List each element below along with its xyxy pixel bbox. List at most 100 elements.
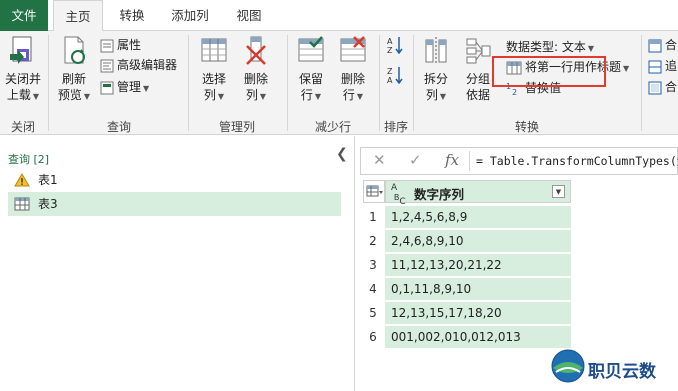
divider (48, 35, 49, 131)
properties-icon (100, 39, 114, 52)
tab-add-column[interactable]: 添加列 (170, 0, 210, 31)
divider (641, 35, 642, 131)
remove-rows-button[interactable]: 删除 行 ▼ (334, 34, 372, 105)
split-label-1: 拆分 (423, 72, 448, 86)
close-and-load-icon (10, 36, 32, 64)
row-number: 1 (363, 206, 383, 229)
column-header-number-sequence[interactable]: A BC 数字序列 ▼ (385, 180, 571, 207)
split-column-icon (425, 37, 447, 65)
refresh-label-2: 预览 ▼ (57, 88, 91, 102)
brand-logo-icon (551, 349, 585, 383)
collapse-pane-icon[interactable]: ❮ (336, 146, 348, 162)
merge-queries-button[interactable]: 合 (648, 36, 677, 54)
tab-transform[interactable]: 转换 (117, 0, 147, 31)
table-cell[interactable]: 12,13,15,17,18,20 (385, 302, 571, 325)
table-cell[interactable]: 001,002,010,012,013 (385, 326, 571, 349)
merge-icon (648, 39, 662, 52)
svg-text:A: A (387, 76, 393, 85)
group-label-reduce-rows: 减少行 (314, 120, 351, 134)
brand-name: 职贝云数 (588, 362, 656, 382)
group-label-transform: 转换 (514, 120, 539, 134)
divider (287, 35, 288, 131)
table-menu-button[interactable] (363, 180, 385, 203)
refresh-preview-button[interactable]: 刷新 预览 ▼ (54, 34, 94, 105)
sort-descending-icon: ZA (387, 67, 403, 85)
refresh-icon (64, 36, 85, 64)
remove-columns-label-1: 删除 (243, 72, 268, 86)
divider (469, 151, 470, 171)
warning-icon (14, 173, 30, 187)
row-number: 5 (363, 302, 383, 325)
row-number: 6 (363, 326, 383, 349)
group-label-sort: 排序 (383, 120, 408, 134)
table-cell[interactable]: 1,2,4,5,6,8,9 (385, 206, 571, 229)
tab-home[interactable]: 主页 (53, 0, 103, 32)
query-item-table1[interactable]: 表1 (8, 168, 341, 192)
query-item-table3[interactable]: 表3 (8, 192, 341, 216)
split-label-2: 列 ▼ (425, 88, 447, 102)
remove-rows-icon (340, 36, 366, 62)
refresh-label-1: 刷新 (61, 72, 86, 86)
brand-watermark: 职贝云数 (550, 348, 656, 384)
tab-file[interactable]: 文件 (0, 0, 48, 31)
svg-text:A: A (387, 37, 393, 46)
query-name: 表3 (38, 197, 58, 211)
table-cell[interactable]: 11,12,13,20,21,22 (385, 254, 571, 277)
close-and-load-label-1: 关闭并 (4, 72, 41, 86)
advanced-editor-icon (100, 59, 114, 72)
keep-rows-label-1: 保留 (298, 72, 323, 86)
function-icon[interactable]: fx (445, 151, 459, 169)
divider (413, 35, 414, 131)
choose-columns-label-2: 列 ▼ (203, 88, 225, 102)
remove-columns-label-2: 列 ▼ (245, 88, 267, 102)
sort-descending-button[interactable]: ZA (386, 65, 407, 85)
manage-button[interactable]: 管理 ▼ (100, 78, 149, 96)
remove-rows-label-1: 删除 (340, 72, 365, 86)
group-by-icon (466, 38, 491, 64)
group-label-manage-columns: 管理列 (218, 120, 255, 134)
table-cell[interactable]: 2,4,6,8,9,10 (385, 230, 571, 253)
combine-files-button[interactable]: 合 (648, 78, 677, 96)
cancel-icon[interactable]: ✕ (373, 151, 386, 169)
text-type-icon[interactable]: A BC (391, 184, 406, 207)
close-and-load-button[interactable]: 关闭并 上载 ▼ (2, 34, 44, 105)
group-by-button[interactable]: 分组 依据 (460, 34, 496, 103)
remove-columns-button[interactable]: 删除 列 ▼ (238, 34, 274, 105)
combine-icon (648, 81, 662, 94)
append-icon (648, 60, 662, 73)
divider (379, 35, 380, 131)
column-filter-dropdown[interactable]: ▼ (552, 185, 565, 198)
column-header-label: 数字序列 (414, 187, 465, 202)
formula-input[interactable]: = Table.TransformColumnTypes(源, (476, 153, 678, 169)
properties-button[interactable]: 属性 (100, 36, 141, 54)
svg-text:Z: Z (387, 67, 393, 76)
group-by-label-2: 依据 (465, 88, 490, 102)
formula-bar: ✕ ✓ fx = Table.TransformColumnTypes(源, (360, 147, 678, 175)
table-cell[interactable]: 0,1,11,8,9,10 (385, 278, 571, 301)
split-column-button[interactable]: 拆分 列 ▼ (418, 34, 454, 105)
tab-view[interactable]: 视图 (234, 0, 264, 31)
data-type-dropdown[interactable]: 数据类型: 文本 ▼ (506, 38, 594, 56)
group-label-close: 关闭 (10, 120, 35, 134)
manage-icon (100, 81, 114, 94)
close-and-load-label-2: 上载 ▼ (6, 88, 40, 102)
data-type-highlight-box (492, 56, 606, 87)
divider (188, 35, 189, 131)
append-queries-button[interactable]: 追 (648, 57, 677, 75)
queries-pane: 查询 [2] ❮ 表1 表3 (0, 136, 355, 391)
choose-columns-icon (201, 38, 227, 62)
row-number: 3 (363, 254, 383, 277)
svg-text:2: 2 (512, 88, 517, 96)
choose-columns-button[interactable]: 选择 列 ▼ (196, 34, 232, 105)
sort-ascending-button[interactable]: AZ (386, 35, 407, 55)
advanced-editor-button[interactable]: 高级编辑器 (100, 56, 177, 74)
keep-rows-label-2: 行 ▼ (300, 88, 322, 102)
remove-rows-label-2: 行 ▼ (342, 88, 364, 102)
svg-text:Z: Z (387, 46, 393, 55)
row-number: 4 (363, 278, 383, 301)
remove-columns-icon (246, 36, 266, 65)
table-menu-icon (366, 185, 383, 197)
ribbon: 关闭并 上载 ▼ 关闭 刷新 预览 ▼ 属性 高级编辑器 管理 ▼ 查询 选择 列 ▼ (0, 31, 678, 135)
confirm-icon[interactable]: ✓ (409, 151, 422, 169)
keep-rows-button[interactable]: 保留 行 ▼ (292, 34, 330, 105)
